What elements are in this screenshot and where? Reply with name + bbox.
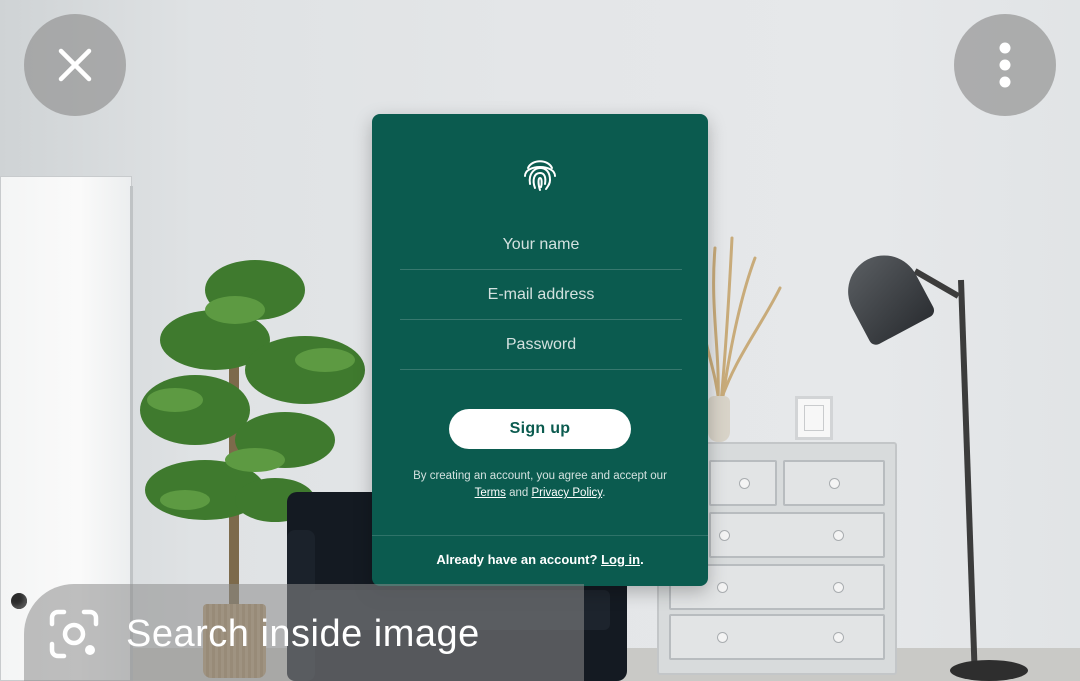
privacy-policy-link[interactable]: Privacy Policy	[531, 487, 602, 499]
search-inside-image-label: Search inside image	[126, 612, 480, 655]
dried-grass	[700, 236, 782, 405]
drawer	[709, 460, 777, 506]
password-field	[400, 320, 682, 370]
divider	[372, 535, 708, 536]
vase	[708, 396, 730, 442]
drawer-knob	[717, 582, 728, 593]
email-field	[400, 270, 682, 320]
name-field	[400, 220, 682, 270]
door-knob	[11, 593, 27, 609]
lamp-base	[950, 660, 1028, 681]
more-vertical-icon	[999, 42, 1011, 88]
drawer	[709, 512, 885, 558]
drawer-knob	[829, 478, 840, 489]
login-suffix: .	[640, 552, 644, 567]
drawer	[669, 614, 885, 660]
close-icon	[58, 48, 92, 82]
terms-link[interactable]: Terms	[475, 487, 506, 499]
more-options-button[interactable]	[954, 14, 1056, 116]
name-input[interactable]	[400, 235, 682, 254]
email-input[interactable]	[400, 285, 682, 304]
drawer-knob	[717, 632, 728, 643]
picture-frame-inner	[804, 405, 824, 431]
picture-frame	[795, 396, 833, 440]
drawer	[783, 460, 885, 506]
legal-text: By creating an account, you agree and ac…	[396, 468, 684, 502]
login-link[interactable]: Log in	[601, 552, 640, 567]
signup-card: Sign up By creating an account, you agre…	[372, 114, 708, 586]
lens-icon-wrapper	[46, 606, 102, 662]
drawer-knob	[719, 530, 730, 541]
legal-prefix: By creating an account, you agree and ac…	[413, 470, 667, 482]
fingerprint-icon	[524, 160, 556, 191]
password-input[interactable]	[400, 335, 682, 354]
close-button[interactable]	[24, 14, 126, 116]
lens-icon	[49, 609, 99, 659]
login-prompt-text: Already have an account?	[436, 552, 598, 567]
search-inside-image-button[interactable]: Search inside image	[24, 584, 584, 681]
signup-button[interactable]: Sign up	[449, 409, 631, 449]
drawer-knob	[833, 632, 844, 643]
legal-and: and	[509, 487, 529, 499]
drawer-knob	[833, 582, 844, 593]
drawer-knob	[739, 478, 750, 489]
drawer-knob	[833, 530, 844, 541]
login-prompt: Already have an account? Log in.	[372, 552, 708, 567]
legal-suffix: .	[602, 487, 606, 499]
